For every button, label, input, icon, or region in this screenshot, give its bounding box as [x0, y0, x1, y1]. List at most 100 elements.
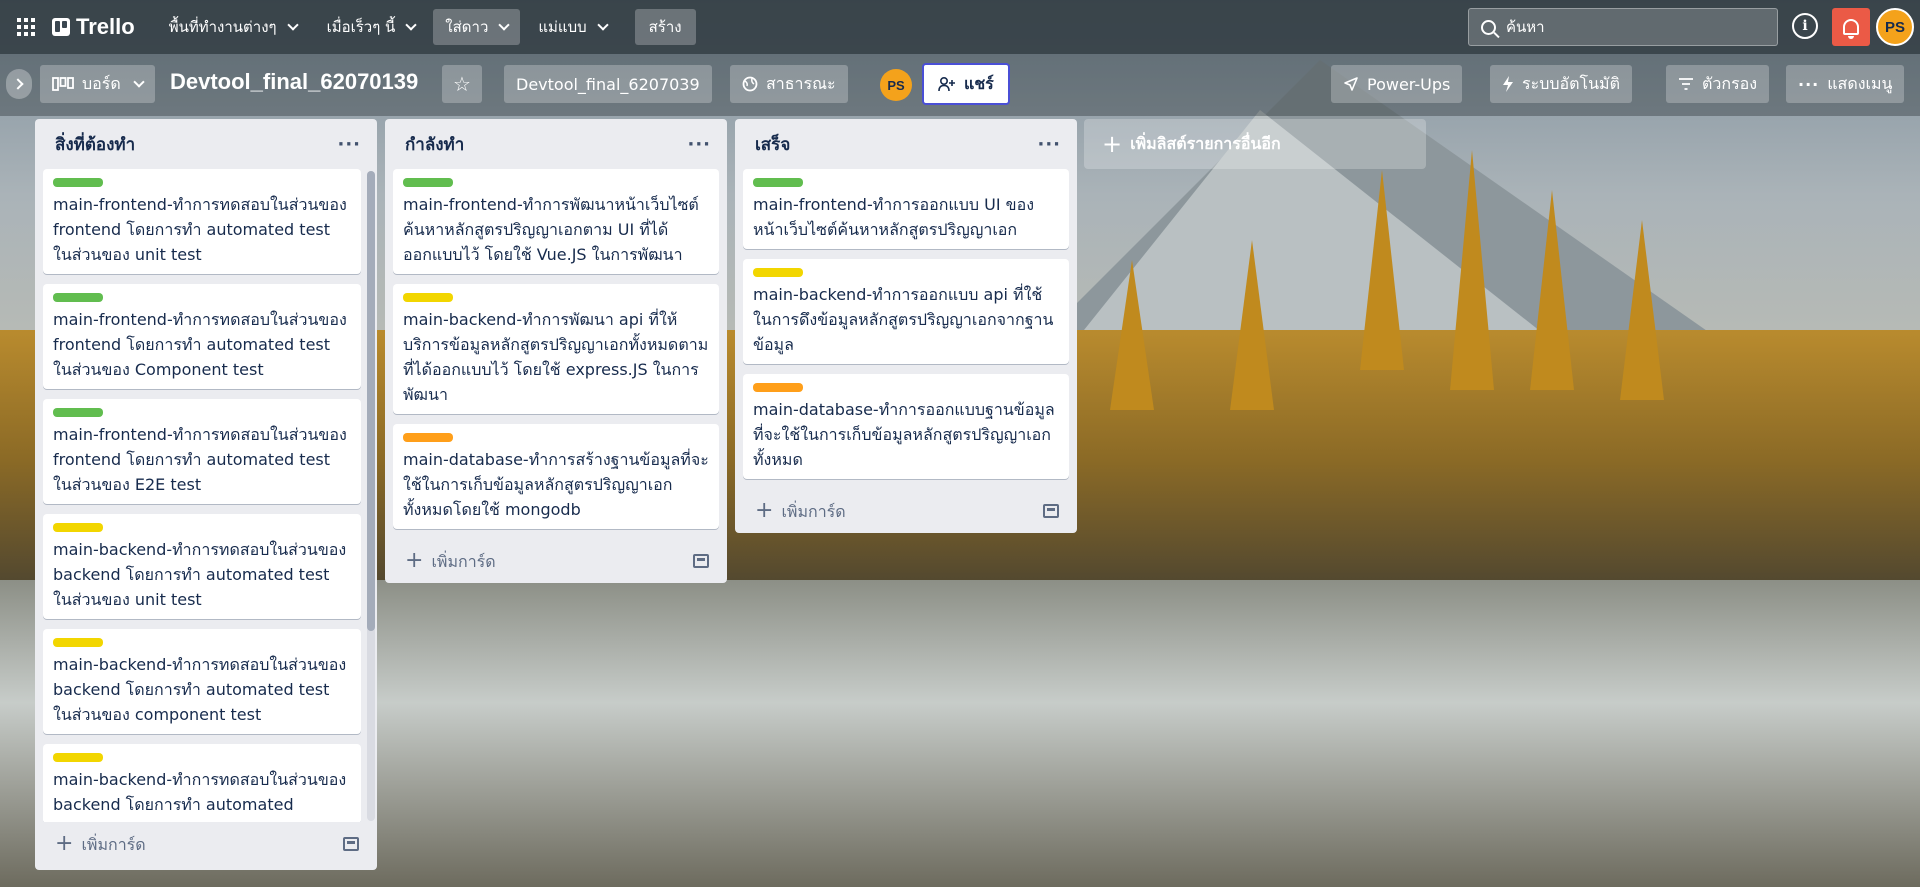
automation-button[interactable]: ระบบอัตโนมัติ	[1490, 65, 1632, 103]
plus-icon: +	[1102, 130, 1123, 158]
add-card-button[interactable]: + เพิ่มการ์ด	[393, 539, 719, 583]
card-title: main-backend-ทำการออกแบบ api ที่ใช้ในการ…	[753, 285, 1054, 354]
create-button[interactable]: สร้าง	[634, 9, 696, 45]
workspace-button[interactable]: Devtool_final_6207039	[504, 65, 712, 103]
add-card-button[interactable]: + เพิ่มการ์ด	[743, 489, 1069, 533]
template-icon[interactable]	[693, 554, 709, 568]
list-menu-icon[interactable]: ···	[1037, 134, 1061, 155]
chevron-down-icon	[596, 19, 609, 31]
card[interactable]: main-frontend-ทำการพัฒนาหน้าเว็บไซต์ค้นห…	[393, 169, 719, 274]
card[interactable]: main-database-ทำการสร้างฐานข้อมูลที่จะใช…	[393, 424, 719, 529]
card[interactable]: main-backend-ทำการออกแบบ api ที่ใช้ในการ…	[743, 259, 1069, 364]
power-ups-label: Power-Ups	[1367, 74, 1451, 94]
card[interactable]: main-frontend-ทำการทดสอบในส่วนของ fronte…	[43, 284, 361, 389]
card-label[interactable]	[53, 753, 103, 762]
card-label[interactable]	[753, 178, 803, 187]
share-button[interactable]: แชร์	[922, 63, 1010, 105]
list-menu-icon[interactable]: ···	[337, 134, 361, 155]
list-header: กำลังทำ ···	[393, 119, 719, 169]
add-list-label: เพิ่มลิสต์รายการอื่นอีก	[1130, 133, 1281, 153]
search-icon	[1481, 19, 1496, 35]
filter-label: ตัวกรอง	[1702, 73, 1758, 93]
chevron-down-icon	[498, 19, 511, 31]
card-title: main-frontend-ทำการทดสอบในส่วนของ fronte…	[53, 310, 347, 379]
show-menu-button[interactable]: ··· แสดงเมนู	[1786, 65, 1905, 103]
card-label[interactable]	[403, 293, 453, 302]
card[interactable]: main-backend-ทำการทดสอบในส่วนของ backend…	[43, 629, 361, 734]
user-avatar[interactable]: PS	[1876, 8, 1914, 46]
search-placeholder: ค้นหา	[1506, 18, 1545, 36]
card-label[interactable]	[53, 408, 103, 417]
add-list-button[interactable]: + เพิ่มลิสต์รายการอื่นอีก	[1084, 119, 1426, 169]
card[interactable]: main-backend-ทำการพัฒนา api ที่ให้บริการ…	[393, 284, 719, 414]
card-label[interactable]	[753, 268, 803, 277]
card-title: main-database-ทำการออกแบบฐานข้อมูลที่จะใ…	[753, 400, 1055, 469]
card[interactable]: main-frontend-ทำการทดสอบในส่วนของ fronte…	[43, 399, 361, 504]
filter-button[interactable]: ตัวกรอง	[1666, 65, 1770, 103]
card[interactable]: main-database-ทำการออกแบบฐานข้อมูลที่จะใ…	[743, 374, 1069, 479]
menu-workspaces[interactable]: พื้นที่ทำงานต่างๆ	[157, 9, 309, 45]
menu-starred[interactable]: ใส่ดาว	[433, 9, 521, 45]
chevron-down-icon	[405, 19, 417, 31]
more-icon: ···	[1798, 74, 1820, 94]
card-label[interactable]	[403, 433, 453, 442]
menu-workspaces-label: พื้นที่ทำงานต่างๆ	[168, 18, 277, 36]
plus-icon: +	[755, 497, 774, 523]
add-card-button[interactable]: + เพิ่มการ์ด	[43, 822, 369, 866]
list-title[interactable]: กำลังทำ	[405, 131, 464, 158]
card-title: main-frontend-ทำการทดสอบในส่วนของ fronte…	[53, 195, 347, 264]
star-board-button[interactable]: ☆	[442, 65, 482, 103]
card-label[interactable]	[53, 523, 103, 532]
card[interactable]: main-frontend-ทำการทดสอบในส่วนของ fronte…	[43, 169, 361, 274]
card-label[interactable]	[53, 638, 103, 647]
card-title: main-backend-ทำการทดสอบในส่วนของ backend…	[53, 540, 347, 609]
card-title: main-backend-ทำการพัฒนา api ที่ให้บริการ…	[403, 310, 709, 404]
list-doing: กำลังทำ ··· main-frontend-ทำการพัฒนาหน้า…	[385, 119, 727, 583]
power-ups-button[interactable]: Power-Ups	[1331, 65, 1463, 103]
card-title: main-frontend-ทำการออกแบบ UI ของหน้าเว็บ…	[753, 195, 1035, 239]
list-title[interactable]: เสร็จ	[755, 131, 790, 158]
chevron-down-icon	[133, 76, 145, 88]
app-switcher-icon[interactable]	[10, 11, 42, 43]
card[interactable]: main-frontend-ทำการออกแบบ UI ของหน้าเว็บ…	[743, 169, 1069, 249]
visibility-button[interactable]: สาธารณะ	[730, 65, 848, 103]
list-scrollbar[interactable]	[367, 171, 375, 821]
list-todo: สิ่งที่ต้องทำ ··· main-frontend-ทำการทดส…	[35, 119, 377, 870]
menu-recent[interactable]: เมื่อเร็วๆ นี้	[315, 9, 428, 45]
card-label[interactable]	[403, 178, 453, 187]
automation-label: ระบบอัตโนมัติ	[1522, 73, 1620, 93]
add-card-label: เพิ่มการ์ด	[81, 834, 146, 854]
workspace-label: Devtool_final_6207039	[516, 74, 700, 94]
list-menu-icon[interactable]: ···	[687, 134, 711, 155]
share-label: แชร์	[964, 73, 994, 93]
menu-recent-label: เมื่อเร็วๆ นี้	[326, 18, 396, 36]
chevron-right-icon	[11, 78, 24, 90]
board-view-switcher[interactable]: บอร์ด	[40, 65, 155, 103]
expand-sidebar-button[interactable]	[6, 69, 32, 99]
rocket-icon	[1344, 77, 1358, 91]
list-title[interactable]: สิ่งที่ต้องทำ	[55, 131, 135, 158]
trello-logo-icon	[52, 18, 70, 36]
search-input[interactable]: ค้นหา	[1468, 8, 1778, 46]
lightning-icon	[1503, 76, 1513, 92]
plus-icon: +	[55, 830, 74, 856]
card-title: main-database-ทำการสร้างฐานข้อมูลที่จะใช…	[403, 450, 709, 519]
board-icon	[52, 77, 74, 91]
card-label[interactable]	[53, 178, 103, 187]
info-icon[interactable]: i	[1792, 13, 1818, 39]
trello-logo[interactable]: Trello	[52, 14, 135, 40]
card-container: main-frontend-ทำการทดสอบในส่วนของ fronte…	[43, 169, 361, 822]
template-icon[interactable]	[343, 837, 359, 851]
menu-templates[interactable]: แม่แบบ	[526, 9, 618, 45]
add-person-icon	[938, 76, 955, 92]
plus-icon: +	[405, 547, 424, 573]
card-label[interactable]	[753, 383, 803, 392]
card[interactable]: main-backend-ทำการทดสอบในส่วนของ backend…	[43, 744, 361, 822]
board-member-avatar[interactable]: PS	[880, 69, 912, 101]
card[interactable]: main-backend-ทำการทดสอบในส่วนของ backend…	[43, 514, 361, 619]
card-label[interactable]	[53, 293, 103, 302]
board-title[interactable]: Devtool_final_62070139	[170, 69, 418, 95]
template-icon[interactable]	[1043, 504, 1059, 518]
notifications-button[interactable]	[1832, 8, 1870, 46]
card-title: main-frontend-ทำการทดสอบในส่วนของ fronte…	[53, 425, 347, 494]
